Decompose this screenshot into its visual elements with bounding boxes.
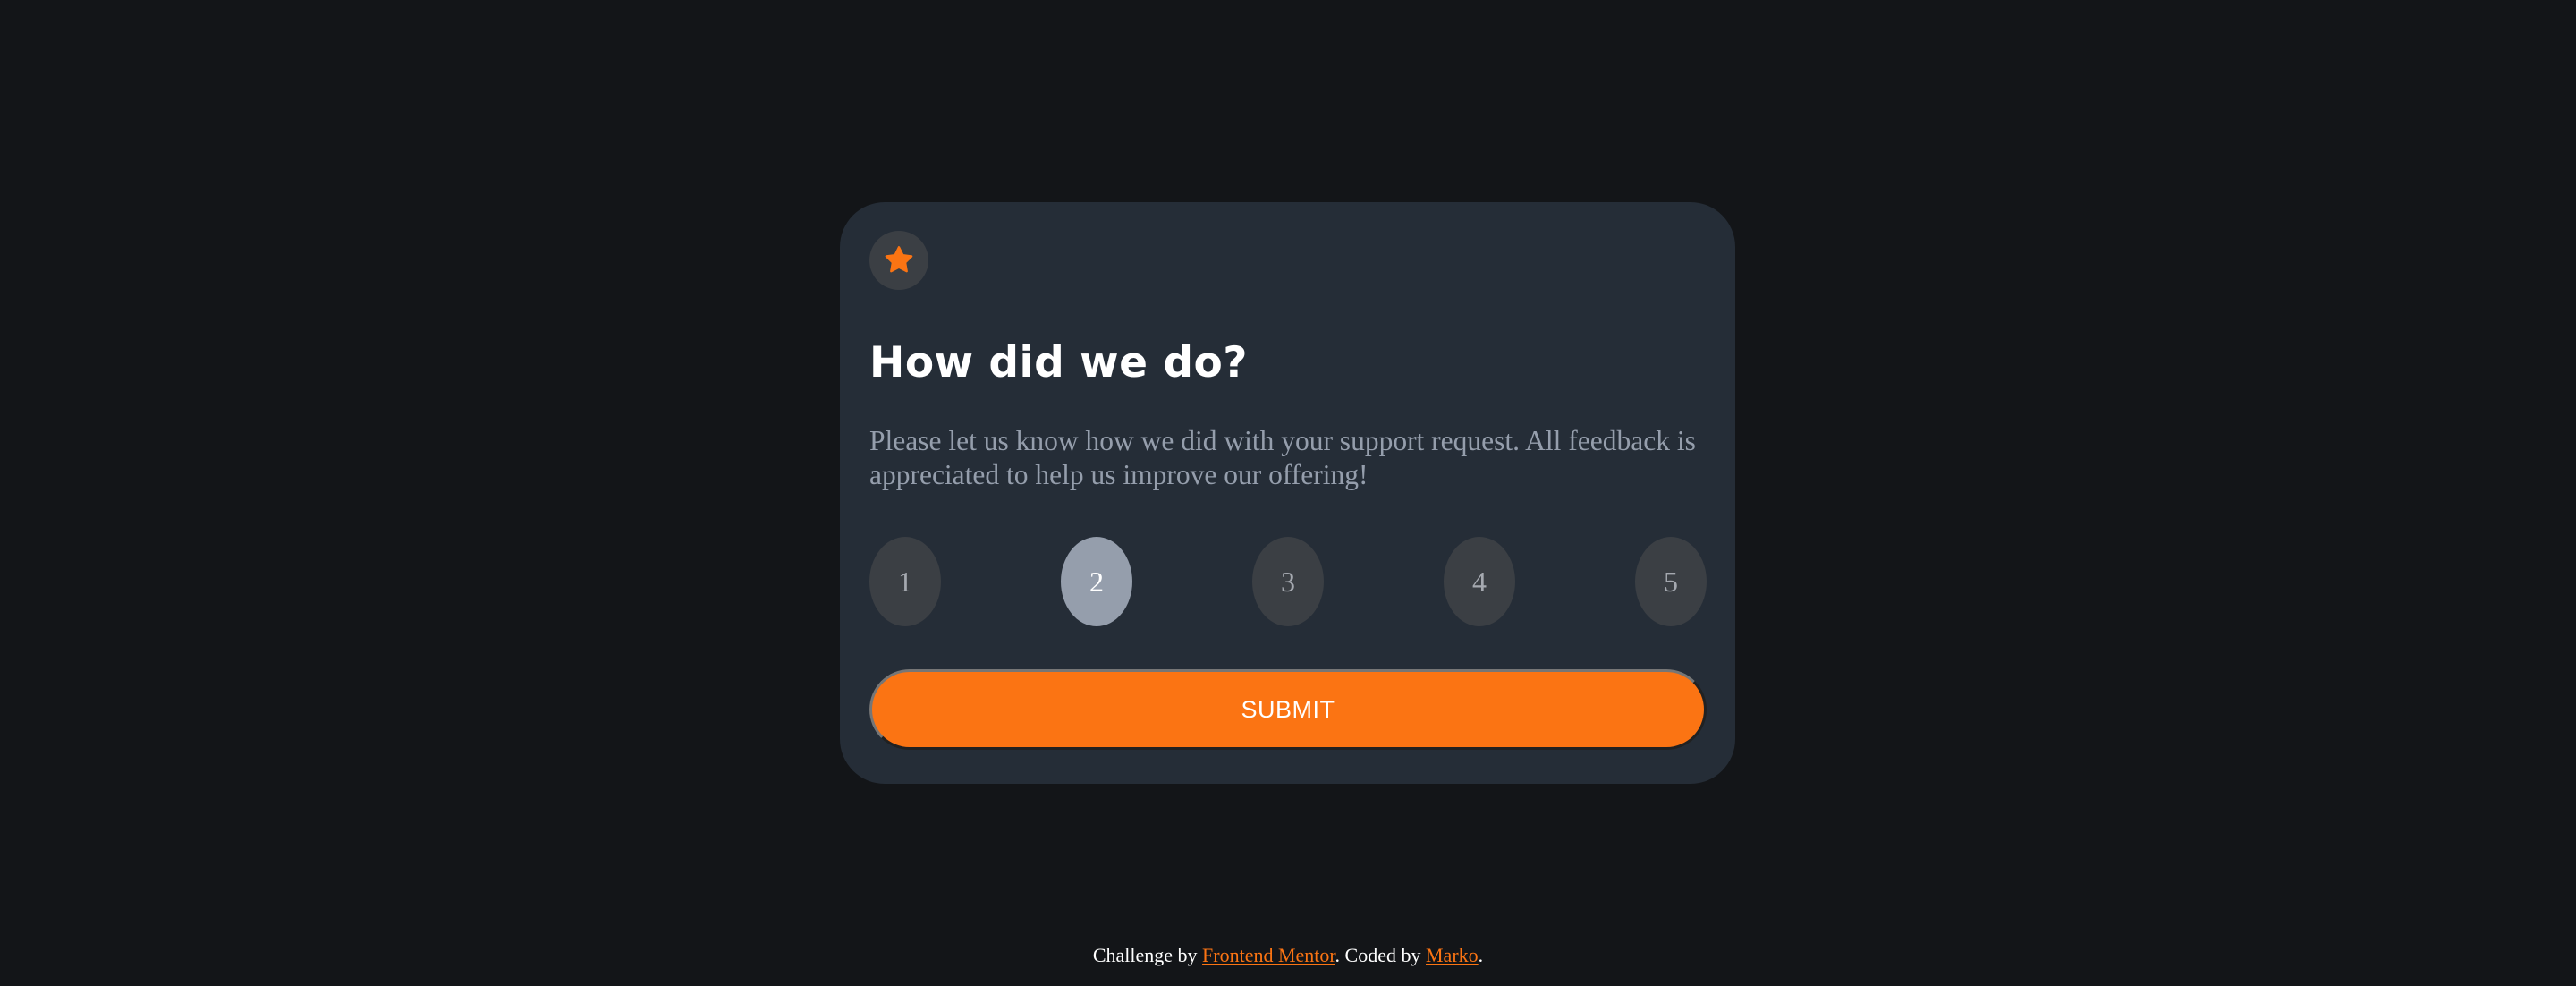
frontend-mentor-link[interactable]: Frontend Mentor [1202,944,1335,966]
card-description: Please let us know how we did with your … [869,425,1696,490]
rating-options: 1 2 3 4 5 [869,537,1707,626]
card-title: How did we do? [869,338,1249,387]
star-icon-badge [869,231,928,290]
rating-button-2[interactable]: 2 [1061,537,1132,626]
submit-button[interactable]: SUBMIT [869,669,1707,750]
attribution-footer: Challenge by Frontend Mentor. Coded by M… [0,941,2576,970]
rating-button-4[interactable]: 4 [1444,537,1515,626]
rating-button-5[interactable]: 5 [1635,537,1707,626]
footer-middle: . Coded by [1335,944,1426,966]
rating-card: How did we do? Please let us know how we… [840,202,1735,784]
rating-button-1[interactable]: 1 [869,537,941,626]
footer-suffix: . [1478,944,1484,966]
author-link[interactable]: Marko [1426,944,1479,966]
footer-prefix: Challenge by [1092,944,1203,966]
rating-button-3[interactable]: 3 [1252,537,1324,626]
star-icon [885,246,913,273]
